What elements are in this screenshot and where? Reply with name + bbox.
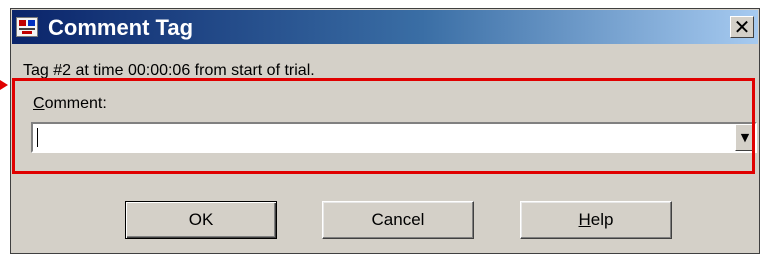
title-bar[interactable]: Comment Tag ✕ — [12, 10, 758, 44]
help-button[interactable]: Help — [520, 201, 672, 239]
app-icon — [16, 17, 38, 37]
dialog-title: Comment Tag — [48, 15, 194, 40]
help-button-rest: elp — [590, 210, 614, 229]
close-icon: ✕ — [733, 15, 751, 39]
close-button[interactable]: ✕ — [730, 16, 754, 38]
annotation-arrow — [0, 80, 8, 90]
highlight-annotation-box — [12, 78, 755, 174]
help-button-mnemonic: H — [578, 210, 591, 229]
app-icon-graphic — [19, 20, 35, 34]
cancel-button[interactable]: Cancel — [322, 201, 474, 239]
ok-button[interactable]: OK — [125, 201, 277, 239]
